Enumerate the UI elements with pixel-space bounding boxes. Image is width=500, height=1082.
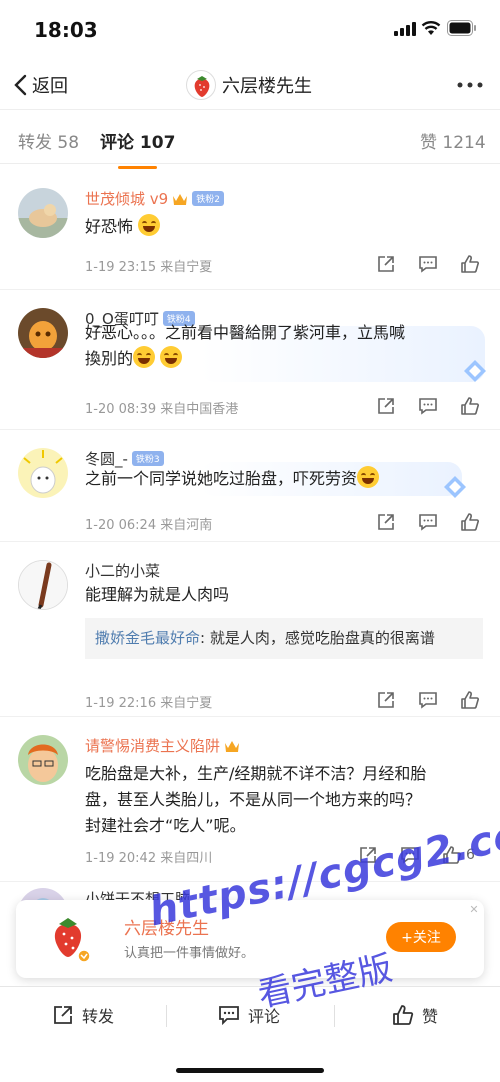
reply-button[interactable] bbox=[418, 396, 440, 416]
comment-username[interactable]: 小二的小菜 bbox=[85, 560, 160, 581]
comment-actions bbox=[376, 690, 482, 710]
repost-button[interactable] bbox=[376, 690, 398, 710]
nav-bar: 返回 六层楼先生 bbox=[0, 60, 500, 110]
divider bbox=[166, 1005, 167, 1027]
like-button[interactable] bbox=[460, 396, 482, 416]
share-icon bbox=[378, 514, 394, 530]
comment-meta: 1-19 22:16 来自宁夏 bbox=[85, 696, 213, 711]
share-icon bbox=[378, 256, 394, 272]
laugh-cry-emoji-icon bbox=[138, 214, 161, 236]
comment-meta: 1-19 23:15 来自宁夏 bbox=[85, 260, 213, 275]
thumbs-up-icon bbox=[461, 255, 479, 273]
thumbs-up-icon bbox=[461, 691, 479, 709]
avatar[interactable] bbox=[18, 188, 68, 238]
laugh-emoji-icon bbox=[133, 346, 156, 368]
comment-text: 吃胎盘是大补，生产/经期就不详不洁？月经和胎 盘，甚至人类胎儿，不是从同一个地方… bbox=[85, 764, 427, 835]
cellular-signal-icon bbox=[394, 22, 416, 36]
comment-item: 世茂倾城 v9 铁粉2 好恐怖 1-19 23:15 来自宁夏 bbox=[0, 170, 500, 290]
fan-badge: 铁粉2 bbox=[192, 191, 224, 206]
comment-meta: 1-20 08:39 来自中国香港 bbox=[85, 402, 239, 417]
crown-icon bbox=[173, 193, 188, 205]
strawberry-icon bbox=[194, 76, 210, 97]
like-button[interactable] bbox=[460, 254, 482, 274]
bottom-action-bar: 转发 评论 赞 bbox=[0, 986, 500, 1042]
tab-reposts[interactable]: 转发 58 bbox=[18, 128, 79, 153]
laugh-emoji-icon bbox=[160, 346, 183, 368]
comment-icon bbox=[419, 256, 437, 273]
sub-reply[interactable]: 撒娇金毛最好命: 就是人肉，感觉吃胎盘真的很离谱 bbox=[85, 618, 483, 659]
comment-meta: 1-19 20:42 来自四川 bbox=[85, 851, 213, 866]
follow-card-desc: 认真把一件事情做好。 bbox=[124, 946, 255, 961]
divider bbox=[334, 1005, 335, 1027]
repost-button[interactable] bbox=[376, 512, 398, 532]
thumbs-up-icon bbox=[461, 513, 479, 531]
comment-actions bbox=[376, 512, 482, 532]
comment-text: 之前一个同学说她吃过胎盘，吓死劳资 bbox=[85, 466, 485, 492]
comment-text: 能理解为就是人肉吗 bbox=[85, 585, 230, 604]
nav-title[interactable]: 六层楼先生 bbox=[186, 70, 312, 100]
bottom-like-button[interactable]: 赞 bbox=[392, 1003, 438, 1027]
back-button[interactable]: 返回 bbox=[12, 72, 68, 98]
reply-button[interactable] bbox=[418, 254, 440, 274]
battery-icon bbox=[447, 20, 476, 36]
status-time: 18:03 bbox=[34, 18, 98, 42]
comment-text: 好恶心。。。之前看中醫給開了紫河車，立馬喊 換別的 bbox=[85, 323, 406, 368]
bottom-repost-button[interactable]: 转发 bbox=[52, 1003, 114, 1027]
comment-actions bbox=[376, 396, 482, 416]
tab-bar: 转发 58 评论 107 赞 1214 bbox=[0, 112, 500, 169]
comment-item: 0_O蛋叮叮 铁粉4 好恶心。。。之前看中醫給開了紫河車，立馬喊 換別的 1-2… bbox=[0, 290, 500, 430]
comment-meta: 1-20 06:24 来自河南 bbox=[85, 518, 213, 533]
comment-actions bbox=[376, 254, 482, 274]
chevron-left-icon bbox=[14, 74, 27, 96]
tab-likes[interactable]: 赞 1214 bbox=[420, 128, 486, 153]
avatar[interactable] bbox=[18, 560, 68, 610]
home-indicator bbox=[176, 1068, 324, 1073]
avatar[interactable] bbox=[18, 308, 68, 358]
more-icon[interactable] bbox=[455, 75, 485, 95]
follow-button[interactable]: +关注 bbox=[386, 922, 456, 952]
nav-title-text: 六层楼先生 bbox=[222, 76, 312, 97]
repost-button[interactable] bbox=[376, 396, 398, 416]
status-bar: 18:03 bbox=[0, 0, 500, 60]
sub-reply-username[interactable]: 撒娇金毛最好命 bbox=[95, 629, 200, 647]
comment-icon bbox=[219, 1006, 239, 1026]
comment-username[interactable]: 请警惕消费主义陷阱 bbox=[85, 735, 240, 756]
comment-item: 冬圆_- 铁粉3 之前一个同学说她吃过胎盘，吓死劳资 1-20 06:24 来自… bbox=[0, 430, 500, 542]
comment-item: 小二的小菜 能理解为就是人肉吗 撒娇金毛最好命: 就是人肉，感觉吃胎盘真的很离谱… bbox=[0, 542, 500, 717]
tab-comments[interactable]: 评论 107 bbox=[100, 128, 175, 169]
crying-emoji-icon bbox=[357, 466, 380, 488]
like-button[interactable] bbox=[460, 512, 482, 532]
sub-reply-text: : 就是人肉，感觉吃胎盘真的很离谱 bbox=[200, 629, 435, 647]
comment-icon bbox=[419, 514, 437, 531]
avatar[interactable] bbox=[18, 448, 68, 498]
close-icon[interactable]: ✕ bbox=[468, 904, 480, 916]
share-icon bbox=[54, 1006, 72, 1024]
repost-button[interactable] bbox=[376, 254, 398, 274]
fan-badge: 铁粉3 bbox=[131, 451, 164, 466]
back-label: 返回 bbox=[32, 76, 68, 97]
like-button[interactable] bbox=[460, 690, 482, 710]
thumbs-up-icon bbox=[461, 397, 479, 415]
crown-icon bbox=[225, 740, 240, 752]
avatar[interactable] bbox=[18, 735, 68, 785]
author-avatar bbox=[186, 70, 216, 100]
comment-icon bbox=[419, 398, 437, 415]
reply-button[interactable] bbox=[418, 512, 440, 532]
share-icon bbox=[378, 692, 394, 708]
wifi-icon bbox=[421, 21, 441, 35]
comment-username[interactable]: 世茂倾城 v9 铁粉2 bbox=[85, 188, 224, 209]
comment-icon bbox=[419, 692, 437, 709]
comment-text: 好恐怖 bbox=[85, 214, 485, 240]
thumbs-up-icon bbox=[393, 1005, 414, 1025]
share-icon bbox=[378, 398, 394, 414]
strawberry-icon bbox=[54, 918, 91, 963]
reply-button[interactable] bbox=[418, 690, 440, 710]
